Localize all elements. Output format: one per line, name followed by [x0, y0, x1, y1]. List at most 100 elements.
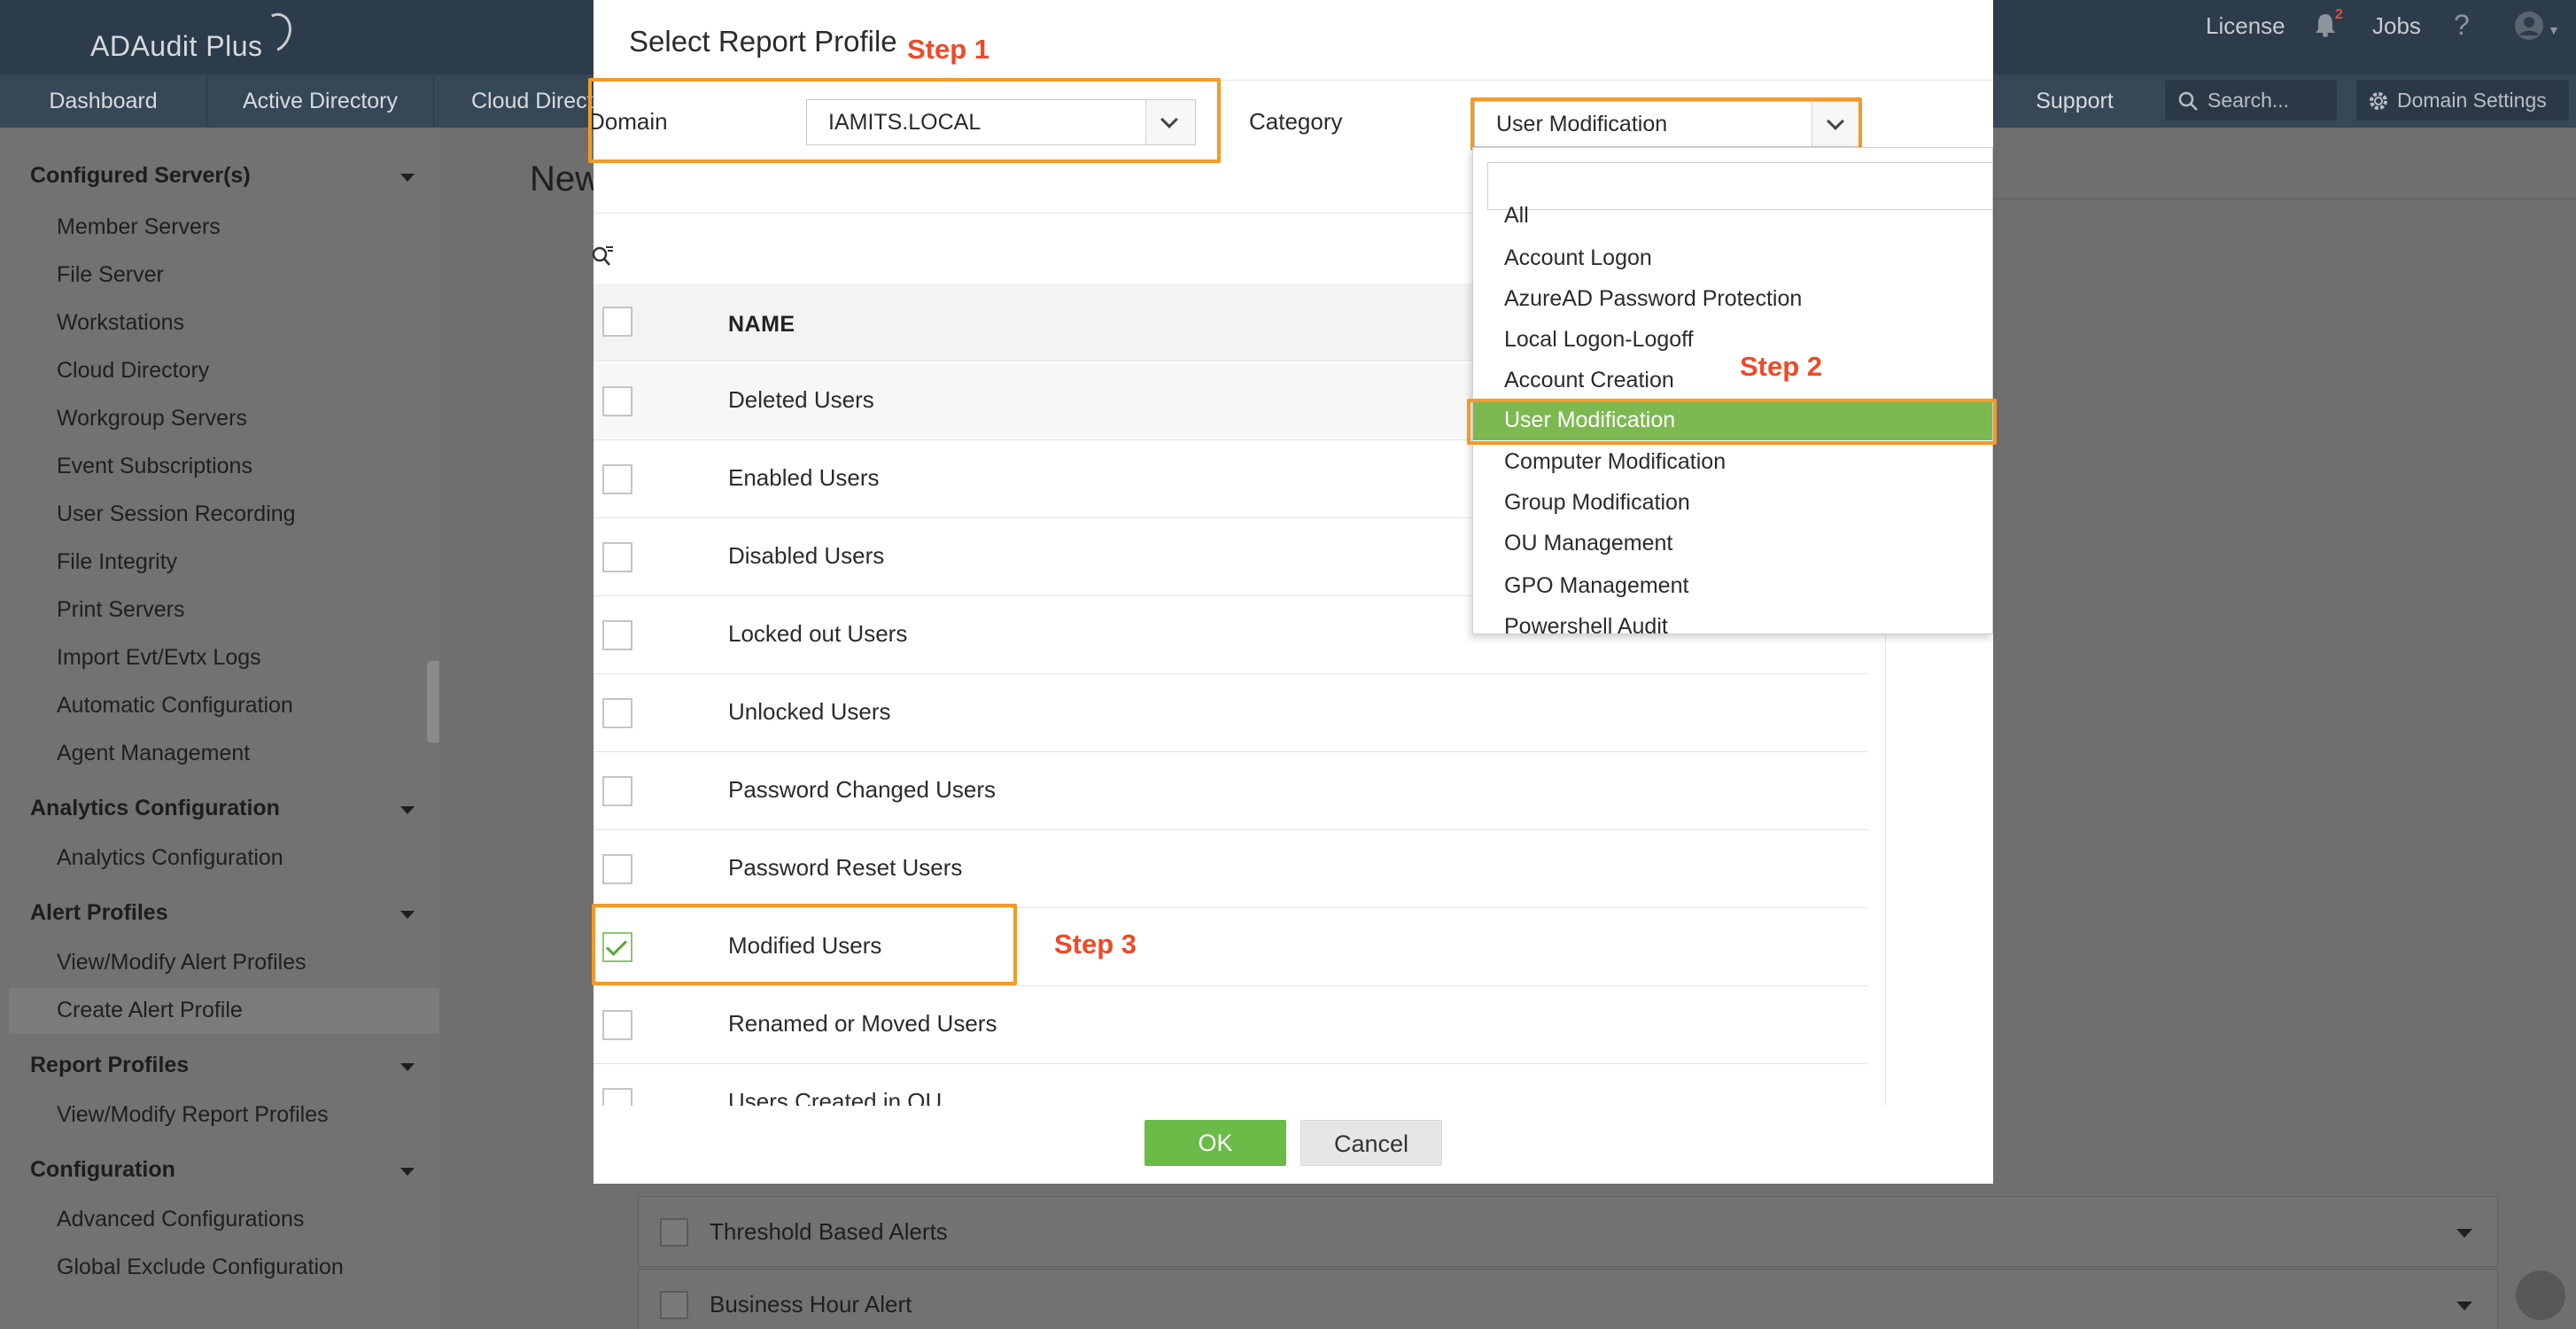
row-checkbox[interactable]	[602, 854, 632, 884]
tab-active-directory[interactable]: Active Directory	[207, 74, 434, 128]
step-1-highlight-box	[588, 78, 1221, 163]
row-name: Deleted Users	[728, 386, 874, 413]
avatar-caret-icon[interactable]: ▼	[2548, 23, 2560, 37]
tab-dashboard[interactable]: Dashboard	[0, 74, 207, 128]
dropdown-option-azuread-password-protection[interactable]: AzureAD Password Protection	[1504, 286, 1802, 312]
sidebar-item-workgroup-servers[interactable]: Workgroup Servers	[57, 406, 247, 431]
category-highlight-box	[1470, 97, 1862, 151]
chat-support-icon[interactable]	[2516, 1271, 2565, 1320]
search-filter-icon[interactable]	[592, 245, 615, 268]
row-checkbox[interactable]	[602, 542, 632, 572]
tab-support[interactable]: Support	[1993, 74, 2156, 128]
sidebar-item-automatic-configuration[interactable]: Automatic Configuration	[57, 693, 293, 719]
sidebar-item-analytics-configuration[interactable]: Analytics Configuration	[57, 845, 283, 871]
sidebar-item-global-exclude-configuration[interactable]: Global Exclude Configuration	[57, 1255, 344, 1280]
row-checkbox[interactable]	[602, 386, 632, 416]
sidebar-item-agent-management[interactable]: Agent Management	[57, 741, 250, 766]
sidebar-item-file-server[interactable]: File Server	[57, 262, 164, 288]
chevron-down-icon[interactable]	[400, 1063, 415, 1071]
sidebar-collapse-handle[interactable]	[427, 661, 439, 742]
sidebar-item-event-subscriptions[interactable]: Event Subscriptions	[57, 454, 252, 479]
sidebar-item-file-integrity[interactable]: File Integrity	[57, 549, 177, 575]
user-avatar-icon[interactable]	[2514, 11, 2544, 41]
sidebar-item-view-modify-report-profiles[interactable]: View/Modify Report Profiles	[57, 1102, 329, 1128]
dropdown-option-ou-management[interactable]: OU Management	[1504, 531, 1672, 556]
row-checkbox[interactable]	[602, 1010, 632, 1040]
nav-search[interactable]: Search...	[2165, 80, 2337, 120]
row-name: Password Changed Users	[728, 776, 997, 803]
sidebar-group-configuration[interactable]: Configuration	[30, 1157, 175, 1183]
sidebar-item-create-alert-profile[interactable]: Create Alert Profile	[57, 998, 243, 1023]
sidebar-item-advanced-configurations[interactable]: Advanced Configurations	[57, 1207, 304, 1232]
chevron-down-icon[interactable]	[400, 1168, 415, 1176]
sidebar-group-configured-servers[interactable]: Configured Server(s)	[30, 163, 251, 189]
sidebar-item-member-servers[interactable]: Member Servers	[57, 214, 221, 240]
notification-count-badge: 2	[2335, 7, 2343, 22]
dropdown-option-local-logon-logoff[interactable]: Local Logon-Logoff	[1504, 327, 1694, 353]
chevron-down-icon[interactable]	[2456, 1302, 2472, 1310]
chevron-down-icon[interactable]	[2456, 1229, 2472, 1238]
dropdown-option-all[interactable]: All	[1504, 203, 1529, 229]
select-all-checkbox[interactable]	[602, 307, 632, 337]
row-checkbox[interactable]	[602, 776, 632, 806]
license-link[interactable]: License	[2206, 12, 2285, 40]
row-checkbox[interactable]	[602, 698, 632, 728]
sidebar-item-import-evt-logs[interactable]: Import Evt/Evtx Logs	[57, 645, 261, 671]
table-row[interactable]: Password Changed Users	[594, 753, 1867, 830]
row-name: Unlocked Users	[728, 698, 891, 725]
dropdown-option-powershell-audit[interactable]: Powershell Audit	[1504, 614, 1668, 633]
divider	[1991, 198, 2576, 199]
row-checkbox[interactable]	[602, 620, 632, 650]
jobs-link[interactable]: Jobs	[2372, 12, 2421, 40]
chevron-down-icon[interactable]	[400, 806, 415, 814]
chevron-down-icon[interactable]	[400, 174, 415, 182]
table-row[interactable]: Password Reset Users	[594, 831, 1867, 908]
dropdown-option-gpo-management[interactable]: GPO Management	[1504, 573, 1688, 599]
column-header-name[interactable]: NAME	[728, 312, 795, 338]
dropdown-option-computer-modification[interactable]: Computer Modification	[1504, 449, 1726, 475]
search-icon	[2178, 91, 2198, 111]
row-name: Locked out Users	[728, 620, 908, 647]
sidebar-group-analytics[interactable]: Analytics Configuration	[30, 796, 280, 821]
checkbox[interactable]	[660, 1218, 688, 1247]
sidebar-item-view-modify-alert-profiles[interactable]: View/Modify Alert Profiles	[57, 950, 306, 975]
row-checkbox[interactable]	[602, 1088, 632, 1106]
domain-settings-label: Domain Settings	[2397, 89, 2547, 112]
row-checkbox[interactable]	[602, 464, 632, 494]
sidebar-item-workstations[interactable]: Workstations	[57, 310, 184, 336]
category-dropdown: All Account Logon AzureAD Password Prote…	[1472, 147, 1993, 634]
sidebar-item-print-servers[interactable]: Print Servers	[57, 597, 184, 623]
sidebar-group-report-profiles[interactable]: Report Profiles	[30, 1053, 189, 1078]
bell-icon[interactable]	[2314, 12, 2337, 37]
dropdown-search-input[interactable]	[1487, 162, 1992, 210]
step-3-annotation: Step 3	[1054, 929, 1137, 960]
step-2-highlight-box	[1467, 399, 1997, 445]
search-placeholder: Search...	[2207, 89, 2290, 112]
row-name: Enabled Users	[728, 464, 880, 491]
dropdown-option-account-creation[interactable]: Account Creation	[1504, 368, 1674, 393]
alert-option-row[interactable]: Threshold Based Alerts	[638, 1196, 2498, 1267]
table-row[interactable]: Renamed or Moved Users	[594, 987, 1867, 1064]
table-row[interactable]: Unlocked Users	[594, 675, 1867, 752]
alert-option-label: Business Hour Alert	[710, 1291, 912, 1317]
step-1-annotation: Step 1	[907, 34, 990, 65]
chevron-down-icon[interactable]	[400, 911, 415, 919]
sidebar-item-cloud-directory[interactable]: Cloud Directory	[57, 358, 209, 384]
cancel-button[interactable]: Cancel	[1300, 1120, 1442, 1166]
ok-button[interactable]: OK	[1144, 1120, 1286, 1166]
domain-settings-button[interactable]: Domain Settings	[2356, 80, 2569, 120]
category-label: Category	[1249, 108, 1343, 135]
app-logo[interactable]: ADAudit Plus	[90, 30, 263, 63]
sidebar	[0, 128, 439, 1329]
sidebar-group-alert-profiles[interactable]: Alert Profiles	[30, 900, 168, 926]
alert-option-row[interactable]: Business Hour Alert	[638, 1269, 2498, 1329]
dropdown-option-group-modification[interactable]: Group Modification	[1504, 490, 1690, 516]
sidebar-item-user-session-recording[interactable]: User Session Recording	[57, 501, 296, 527]
table-row[interactable]: Users Created in OU	[594, 1065, 1867, 1106]
gear-icon	[2370, 92, 2387, 110]
step-3-highlight-box	[592, 904, 1017, 985]
checkbox[interactable]	[660, 1291, 688, 1319]
tab-cloud-directory[interactable]: Cloud Direct	[434, 74, 594, 128]
dropdown-option-account-logon[interactable]: Account Logon	[1504, 245, 1652, 271]
help-icon[interactable]: ?	[2454, 9, 2470, 42]
